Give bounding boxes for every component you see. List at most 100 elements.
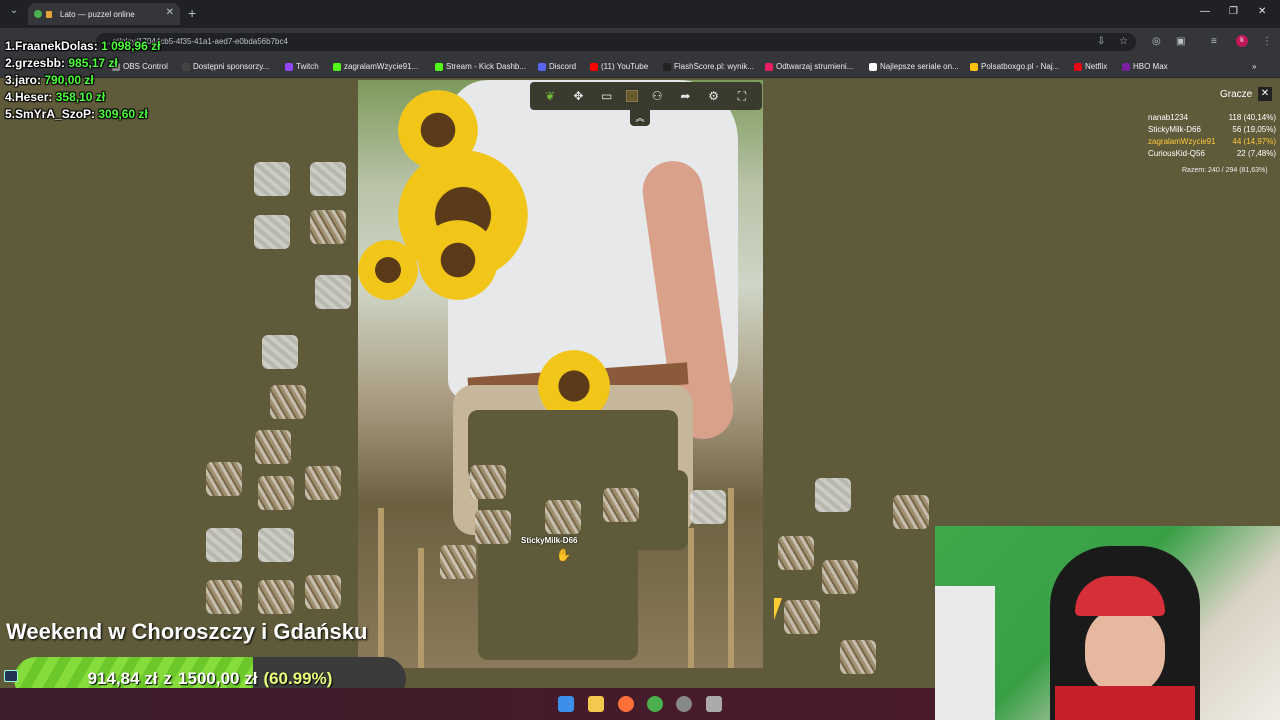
leaderboard-amount: 309,60 zł — [98, 107, 148, 121]
extension-icon[interactable]: ◎ — [1152, 36, 1161, 47]
puzzle-board[interactable] — [358, 80, 763, 668]
player-score: 56 (19,05%) — [1232, 125, 1276, 134]
browser-menu-icon[interactable]: ⋮ — [1262, 36, 1272, 47]
goal-target: 1500,00 zł — [178, 669, 258, 688]
webcam-feed — [935, 526, 1280, 720]
puzzle-piece[interactable] — [270, 385, 306, 419]
player-row: zagralamWzycie91 44 (14,97%) — [1148, 137, 1276, 146]
windows-start-icon[interactable] — [558, 696, 574, 712]
browser-tab[interactable]: Lato — puzzel online ✕ — [28, 3, 180, 25]
color-swatch[interactable] — [625, 90, 638, 102]
restore-icon[interactable]: ❐ — [1229, 6, 1238, 17]
puzzle-piece[interactable] — [470, 465, 506, 499]
leaderboard-row: 1.FraanekDolas: 1 098,96 zł — [5, 38, 160, 55]
media-control-icon[interactable]: ≡ — [1211, 36, 1217, 47]
puzzle-piece[interactable] — [603, 488, 639, 522]
puzzle-toolbar: ❦ ✥ ▭ ⚇ ➦ ⚙ ⛶ — [530, 82, 762, 110]
puzzle-piece[interactable] — [305, 466, 341, 500]
chrome-icon[interactable] — [647, 696, 663, 712]
puzzle-piece[interactable] — [254, 215, 290, 249]
chat-icon[interactable] — [4, 670, 18, 682]
puzzle-piece[interactable] — [305, 575, 341, 609]
puzzle-piece[interactable] — [206, 580, 242, 614]
taskbar — [0, 688, 935, 720]
tab-favicon-icon — [34, 10, 42, 18]
fullscreen-icon[interactable]: ⛶ — [733, 89, 751, 104]
install-app-icon[interactable]: ⇩ — [1097, 36, 1105, 47]
puzzle-piece[interactable] — [310, 210, 346, 244]
leaderboard-name: 1.FraanekDolas: — [5, 39, 98, 53]
share-icon[interactable]: ➦ — [676, 89, 694, 103]
firefox-icon[interactable] — [618, 696, 634, 712]
extensions-puzzle-icon[interactable]: ▣ — [1176, 36, 1185, 47]
leaderboard-name: 3.jaro: — [5, 73, 42, 87]
puzzle-piece[interactable] — [475, 510, 511, 544]
bookmark-item[interactable]: (11) YouTube — [590, 62, 648, 71]
bookmark-item[interactable]: Discord — [538, 62, 576, 71]
collapse-toolbar-icon[interactable]: ︽ — [630, 110, 650, 126]
bookmark-item[interactable]: Netflix — [1074, 62, 1107, 71]
bookmark-item[interactable]: Najlepsze seriale on... — [869, 62, 959, 71]
bookmark-label: Netflix — [1085, 62, 1108, 71]
puzzle-piece[interactable] — [206, 462, 242, 496]
puzzle-piece[interactable] — [258, 476, 294, 510]
bookmark-favicon-icon — [869, 62, 877, 71]
puzzle-piece[interactable] — [840, 640, 876, 674]
puzzle-piece[interactable] — [206, 528, 242, 562]
player-row: CuriousKid-Q56 22 (7,48%) — [1148, 149, 1276, 158]
puzzle-icon[interactable]: ✥ — [569, 89, 587, 103]
url-input[interactable]: ...pl/play/17044cb5-4f35-41a1-aed7-e0bda… — [96, 33, 1136, 51]
bookmark-item[interactable]: Twitch — [285, 62, 319, 71]
puzzle-piece[interactable] — [258, 528, 294, 562]
puzzle-piece[interactable] — [255, 430, 291, 464]
bookmark-item[interactable]: Polsatboxgo.pl - Naj... — [970, 62, 1059, 71]
puzzle-piece[interactable] — [893, 495, 929, 529]
bookmark-label: HBO Max — [1133, 62, 1168, 71]
goal-current: 914,84 zł — [87, 669, 158, 688]
puzzle-piece[interactable] — [258, 580, 294, 614]
profile-avatar[interactable]: k — [1236, 35, 1248, 47]
leaderboard-row: 4.Heser: 358,10 zł — [5, 89, 160, 106]
bookmark-item[interactable]: zagralamWzycie91... — [333, 62, 418, 71]
bookmark-item[interactable]: FlashScore.pl: wynik... — [663, 62, 754, 71]
puzzle-piece[interactable] — [815, 478, 851, 512]
puzzle-piece[interactable] — [254, 162, 290, 196]
bookmark-label: Odtwarzaj strumieni... — [776, 62, 854, 71]
leaderboard-row: 2.grzesbb: 985,17 zł — [5, 55, 160, 72]
puzzle-piece[interactable] — [822, 560, 858, 594]
window-close-icon[interactable]: ✕ — [1258, 6, 1266, 17]
settings-icon[interactable]: ⚙ — [705, 89, 723, 103]
bookmarks-more-icon[interactable]: » — [1252, 62, 1256, 71]
obs-icon[interactable] — [676, 696, 692, 712]
puzzle-piece[interactable] — [690, 490, 726, 524]
bookmark-item[interactable]: HBO Max — [1122, 62, 1168, 71]
puzzle-piece[interactable] — [545, 500, 581, 534]
tab-search-icon[interactable]: ⌄ — [6, 5, 22, 21]
bookmark-favicon-icon — [765, 62, 773, 71]
tab-lock-icon — [46, 10, 52, 18]
bookmark-item[interactable]: Stream - Kick Dashb... — [435, 62, 526, 71]
puzzle-piece[interactable] — [440, 545, 476, 579]
tab-close-icon[interactable]: ✕ — [166, 7, 174, 18]
bookmark-item[interactable]: Odtwarzaj strumieni... — [765, 62, 853, 71]
image-icon[interactable]: ▭ — [598, 89, 616, 103]
bookmark-label: Discord — [549, 62, 577, 71]
players-icon[interactable]: ⚇ — [648, 89, 666, 103]
bookmark-star-icon[interactable]: ☆ — [1119, 36, 1128, 47]
minimize-icon[interactable]: — — [1200, 6, 1210, 17]
puzzle-piece[interactable] — [262, 335, 298, 369]
new-tab-button[interactable]: + — [188, 5, 196, 21]
players-close-icon[interactable]: ✕ — [1258, 87, 1272, 101]
leaderboard-name: 5.SmYrA_SzoP: — [5, 107, 96, 121]
puzzle-piece[interactable] — [778, 536, 814, 570]
puzzle-piece[interactable] — [310, 162, 346, 196]
bookmark-favicon-icon — [663, 62, 671, 71]
bookmark-favicon-icon — [1122, 62, 1130, 71]
puzzle-piece[interactable] — [315, 275, 351, 309]
app-icon[interactable] — [706, 696, 722, 712]
bookmark-item[interactable]: Dostępni sponsorzy... — [182, 62, 269, 71]
leaderboard-row: 3.jaro: 790,00 zł — [5, 72, 160, 89]
player-row: nanab1234 118 (40,14%) — [1148, 113, 1276, 122]
leaf-icon[interactable]: ❦ — [541, 89, 559, 103]
file-explorer-icon[interactable] — [588, 696, 604, 712]
